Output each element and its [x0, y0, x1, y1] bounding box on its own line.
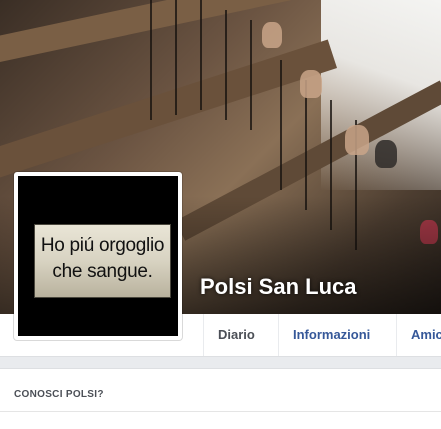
cover-person: [375, 140, 397, 168]
profile-picture-frame[interactable]: Ho piú orgoglio che sangue.: [14, 172, 182, 340]
cover-railing-bar: [200, 0, 202, 110]
cover-person: [300, 70, 322, 98]
cover-person: [345, 125, 369, 155]
profile-picture-slogan: Ho piú orgoglio che sangue.: [34, 224, 171, 298]
cover-person: [262, 22, 282, 48]
panel-title[interactable]: CONOSCI POLSI?: [14, 389, 104, 400]
slogan-line-2: che sangue.: [52, 261, 153, 282]
cover-railing-bar: [305, 80, 307, 210]
panel-divider: [0, 411, 441, 412]
profile-picture[interactable]: Ho piú orgoglio che sangue.: [18, 176, 178, 336]
cover-railing-bar: [175, 0, 177, 115]
conosci-polsi-panel: CONOSCI POLSI?: [0, 368, 441, 429]
cover-railing-bar: [250, 20, 252, 130]
tab-amici[interactable]: Amic: [396, 314, 441, 356]
slogan-line-1: Ho piú orgoglio: [40, 235, 165, 256]
cover-railing-bar: [225, 10, 227, 120]
cover-railing-bar: [280, 60, 282, 190]
cover-railing-bar: [150, 0, 152, 120]
tab-informazioni[interactable]: Informazioni: [278, 314, 384, 356]
tab-diario[interactable]: Diario: [203, 314, 269, 356]
cover-balcony-beam: [0, 39, 338, 180]
page-title[interactable]: Polsi San Luca: [200, 274, 357, 300]
